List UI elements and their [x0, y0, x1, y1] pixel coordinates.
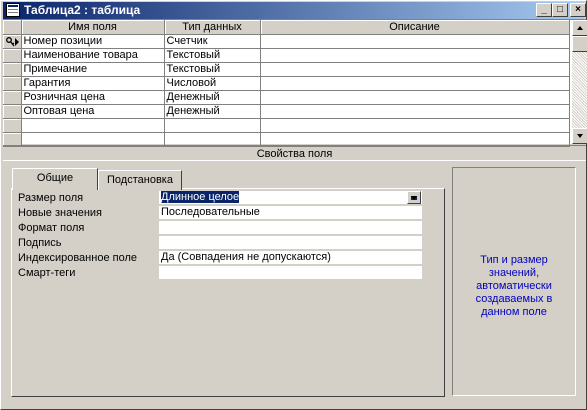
field-name-cell[interactable]: Наименование товара — [21, 48, 165, 63]
row-selector[interactable] — [3, 34, 22, 49]
indexed-field[interactable]: Да (Совпадения не допускаются) — [159, 251, 422, 265]
table-icon — [6, 3, 20, 17]
property-value: Длинное целое — [161, 191, 240, 203]
description-cell[interactable] — [260, 48, 570, 63]
help-panel: Тип и размер значений, автоматически соз… — [452, 167, 576, 396]
field-size-select[interactable]: Длинное целое — [159, 191, 422, 205]
row-selector[interactable] — [3, 104, 22, 119]
data-type-cell[interactable]: Текстовый — [164, 48, 261, 63]
data-type-cell[interactable]: Денежный — [164, 90, 261, 105]
description-cell[interactable] — [260, 34, 570, 49]
description-cell[interactable] — [260, 104, 570, 119]
row-selector[interactable] — [3, 132, 22, 147]
row-selector[interactable] — [3, 62, 22, 77]
description-cell[interactable] — [260, 62, 570, 77]
row-selector[interactable] — [3, 48, 22, 63]
header-corner — [3, 20, 22, 35]
field-name-cell[interactable]: Оптовая цена — [21, 104, 165, 119]
property-row-field-size[interactable]: Размер поля Длинное целое — [18, 191, 432, 205]
description-cell[interactable] — [260, 132, 570, 147]
table-row[interactable]: Наименование товара Текстовый — [3, 48, 570, 63]
field-grid: Имя поля Тип данных Описание Номер позиц… — [3, 19, 587, 147]
property-label: Размер поля — [18, 192, 84, 204]
chevron-down-icon — [411, 196, 417, 200]
field-name-cell[interactable]: Розничная цена — [21, 90, 165, 105]
arrow-up-icon — [577, 26, 583, 30]
property-label: Подпись — [18, 237, 62, 249]
column-header-field-name: Имя поля — [21, 20, 165, 35]
field-name-cell[interactable] — [21, 132, 165, 147]
table-row[interactable] — [3, 132, 570, 147]
scroll-down-button[interactable] — [572, 128, 587, 144]
column-header-data-type: Тип данных — [164, 20, 261, 35]
property-label: Формат поля — [18, 222, 85, 234]
tab-lookup[interactable]: Подстановка — [98, 170, 182, 190]
table-row[interactable]: Розничная цена Денежный — [3, 90, 570, 105]
maximize-button[interactable]: □ — [552, 3, 568, 17]
table-row[interactable]: Примечание Текстовый — [3, 62, 570, 77]
general-tab-panel: Размер поля Длинное целое Новые значения… — [11, 188, 445, 397]
vertical-scrollbar[interactable] — [572, 20, 587, 144]
property-row-new-values[interactable]: Новые значения Последовательные — [18, 206, 432, 220]
column-header-description: Описание — [260, 20, 570, 35]
current-row-arrow-icon — [15, 37, 19, 46]
property-label: Новые значения — [18, 207, 103, 219]
scroll-up-button[interactable] — [572, 20, 587, 36]
window-title: Таблица2 : таблица — [24, 3, 141, 17]
dropdown-button[interactable] — [407, 191, 421, 204]
table-design-window: Таблица2 : таблица _ □ × Имя поля Тип да… — [0, 0, 587, 410]
data-type-cell[interactable]: Денежный — [164, 104, 261, 119]
data-type-cell[interactable]: Счетчик — [164, 34, 261, 49]
property-label: Смарт-теги — [18, 267, 76, 279]
row-selector[interactable] — [3, 76, 22, 91]
tab-general[interactable]: Общие — [12, 168, 98, 190]
description-cell[interactable] — [260, 90, 570, 105]
row-selector[interactable] — [3, 90, 22, 105]
property-row-format[interactable]: Формат поля — [18, 221, 432, 235]
field-name-cell[interactable] — [21, 118, 165, 133]
property-row-caption[interactable]: Подпись — [18, 236, 432, 250]
property-row-smart-tags[interactable]: Смарт-теги — [18, 266, 432, 280]
arrow-down-icon — [577, 134, 583, 138]
table-row[interactable]: Оптовая цена Денежный — [3, 104, 570, 119]
format-field[interactable] — [159, 221, 422, 235]
field-name-cell[interactable]: Примечание — [21, 62, 165, 77]
field-name-cell[interactable]: Гарантия — [21, 76, 165, 91]
property-label: Индексированное поле — [18, 252, 137, 264]
table-row[interactable]: Гарантия Числовой — [3, 76, 570, 91]
scroll-thumb[interactable] — [572, 36, 587, 52]
minimize-button[interactable]: _ — [536, 3, 552, 17]
row-selector[interactable] — [3, 118, 22, 133]
table-row[interactable] — [3, 118, 570, 133]
new-values-field[interactable]: Последовательные — [159, 206, 422, 220]
data-type-cell[interactable]: Текстовый — [164, 62, 261, 77]
help-text: Тип и размер значений, автоматически соз… — [475, 254, 553, 318]
description-cell[interactable] — [260, 76, 570, 91]
data-type-cell[interactable] — [164, 118, 261, 133]
field-properties-header: Свойства поля — [3, 145, 586, 161]
caption-field[interactable] — [159, 236, 422, 250]
grid-header-row: Имя поля Тип данных Описание — [3, 20, 570, 35]
property-row-indexed[interactable]: Индексированное поле Да (Совпадения не д… — [18, 251, 432, 265]
data-type-cell[interactable]: Числовой — [164, 76, 261, 91]
title-bar[interactable]: Таблица2 : таблица _ □ × — [3, 2, 586, 19]
smart-tags-field[interactable] — [159, 266, 422, 280]
table-row[interactable]: Номер позиции Счетчик — [3, 34, 570, 49]
description-cell[interactable] — [260, 118, 570, 133]
field-name-cell[interactable]: Номер позиции — [21, 34, 165, 49]
close-button[interactable]: × — [570, 3, 586, 17]
data-type-cell[interactable] — [164, 132, 261, 147]
